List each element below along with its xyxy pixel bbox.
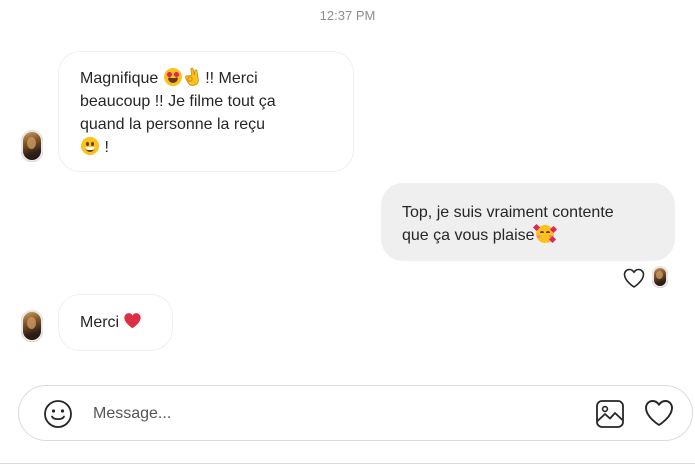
received-message-bubble[interactable]: Magnifique !! Merci beaucoup !! Je filme… [58, 51, 354, 172]
sender-avatar[interactable] [21, 310, 43, 342]
message-text: ! [104, 139, 109, 156]
smiling-face-with-hearts-emoji [532, 223, 557, 244]
message-input[interactable] [93, 400, 573, 428]
message-text: !! Merci [205, 70, 258, 87]
message-composer [18, 385, 693, 441]
image-icon[interactable] [594, 398, 626, 430]
seen-avatar [652, 266, 668, 288]
divider [0, 463, 695, 464]
smiley-icon[interactable] [42, 398, 74, 430]
ok-hand-emoji [184, 67, 199, 86]
message-line: quand la personne la reçu [80, 116, 266, 133]
message-line: que ça vous plaise [402, 223, 659, 247]
message-line: beaucoup !! Je filme tout ça [80, 93, 276, 110]
heart-eyes-emoji [163, 68, 182, 86]
message-text: Magnifique [80, 70, 159, 87]
sender-avatar[interactable] [21, 130, 43, 162]
received-message-bubble[interactable]: Merci [58, 294, 173, 351]
sent-message-bubble[interactable]: Top, je suis vraiment contente que ça vo… [381, 183, 675, 261]
direct-message-thread: 12:37 PM Magnifique !! Merci beaucoup !!… [0, 0, 695, 466]
grinning-emoji [81, 137, 99, 155]
heart-outline-icon[interactable] [643, 397, 675, 429]
message-text: que ça vous plaise [402, 227, 535, 244]
message-timestamp: 12:37 PM [319, 8, 376, 23]
heart-outline-icon[interactable] [622, 266, 646, 290]
message-line: Magnifique !! Merci [80, 67, 333, 90]
message-line: Top, je suis vraiment contente [402, 204, 614, 221]
red-heart-emoji [124, 313, 141, 329]
message-line: ! [80, 136, 333, 159]
message-text: Merci [80, 314, 120, 331]
